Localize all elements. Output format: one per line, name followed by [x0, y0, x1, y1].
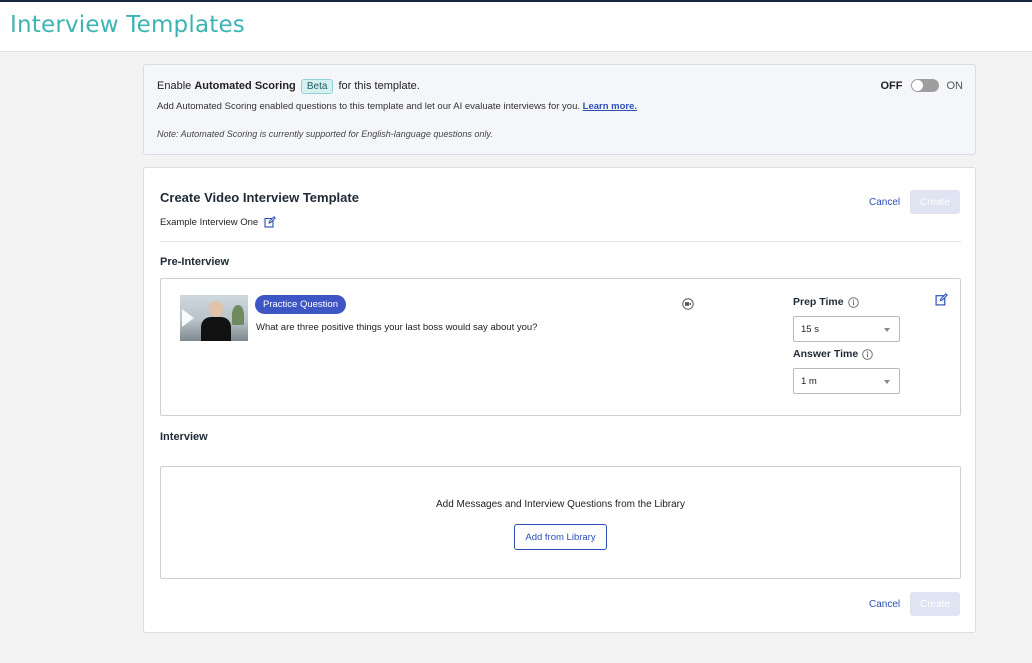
practice-question-badge: Practice Question — [255, 295, 346, 314]
video-camera-icon — [682, 297, 694, 310]
prep-time-value: 15 s — [801, 323, 819, 335]
toggle-knob — [911, 80, 923, 91]
automated-scoring-panel: Enable Automated Scoring Beta for this t… — [143, 64, 976, 155]
add-from-library-button[interactable]: Add from Library — [514, 524, 607, 550]
create-button-top[interactable]: Create — [910, 190, 960, 214]
header-divider — [160, 241, 961, 242]
video-thumbnail[interactable] — [180, 295, 248, 341]
chevron-down-icon — [884, 328, 890, 332]
practice-question-card: Practice Question What are three positiv… — [160, 278, 961, 416]
info-icon[interactable] — [862, 348, 873, 360]
automated-scoring-toggle[interactable] — [910, 79, 939, 92]
cancel-button-bottom[interactable]: Cancel — [869, 599, 900, 610]
create-template-card: Create Video Interview Template Example … — [143, 167, 976, 633]
edit-question-icon[interactable] — [935, 293, 948, 306]
page-header: Interview Templates — [0, 2, 1032, 52]
prep-time-select[interactable]: 15 s — [793, 316, 900, 342]
prep-time-label-row: Prep Time — [793, 296, 859, 308]
answer-time-value: 1 m — [801, 375, 817, 387]
library-prompt: Add Messages and Interview Questions fro… — [435, 499, 685, 510]
template-name-row: Example Interview One — [160, 216, 277, 228]
chevron-down-icon — [884, 380, 890, 384]
page-title: Interview Templates — [10, 12, 245, 38]
thumbnail-tree — [232, 305, 244, 325]
card-title: Create Video Interview Template — [160, 190, 359, 205]
scoring-feature-name: Automated Scoring — [194, 80, 296, 92]
answer-time-label-row: Answer Time — [793, 348, 873, 360]
question-text: What are three positive things your last… — [256, 322, 538, 333]
answer-time-label: Answer Time — [793, 348, 859, 360]
scoring-prefix: Enable — [157, 80, 192, 92]
scoring-toggle-group: OFF ON — [880, 79, 964, 92]
thumbnail-person-body — [201, 317, 231, 341]
library-dropzone: Add Messages and Interview Questions fro… — [160, 466, 961, 579]
scoring-suffix: for this template. — [338, 80, 420, 92]
play-icon — [182, 309, 194, 327]
prep-time-label: Prep Time — [793, 296, 844, 308]
interview-heading: Interview — [160, 431, 208, 443]
scoring-heading: Enable Automated Scoring Beta for this t… — [157, 79, 420, 94]
scoring-description-line: Add Automated Scoring enabled questions … — [157, 101, 637, 112]
template-name: Example Interview One — [160, 216, 259, 228]
toggle-on-label: ON — [946, 79, 964, 92]
thumbnail-person-head — [209, 301, 223, 317]
toggle-off-label: OFF — [880, 79, 903, 92]
info-icon[interactable] — [847, 296, 859, 308]
learn-more-link[interactable]: Learn more. — [583, 101, 637, 112]
beta-badge: Beta — [300, 79, 334, 94]
answer-time-select[interactable]: 1 m — [793, 368, 900, 394]
cancel-button-top[interactable]: Cancel — [869, 197, 900, 208]
edit-name-icon[interactable] — [264, 216, 277, 228]
pre-interview-heading: Pre-Interview — [160, 256, 230, 268]
scoring-note: Note: Automated Scoring is currently sup… — [157, 129, 493, 139]
create-button-bottom[interactable]: Create — [910, 592, 960, 616]
scoring-description: Add Automated Scoring enabled questions … — [157, 101, 581, 112]
